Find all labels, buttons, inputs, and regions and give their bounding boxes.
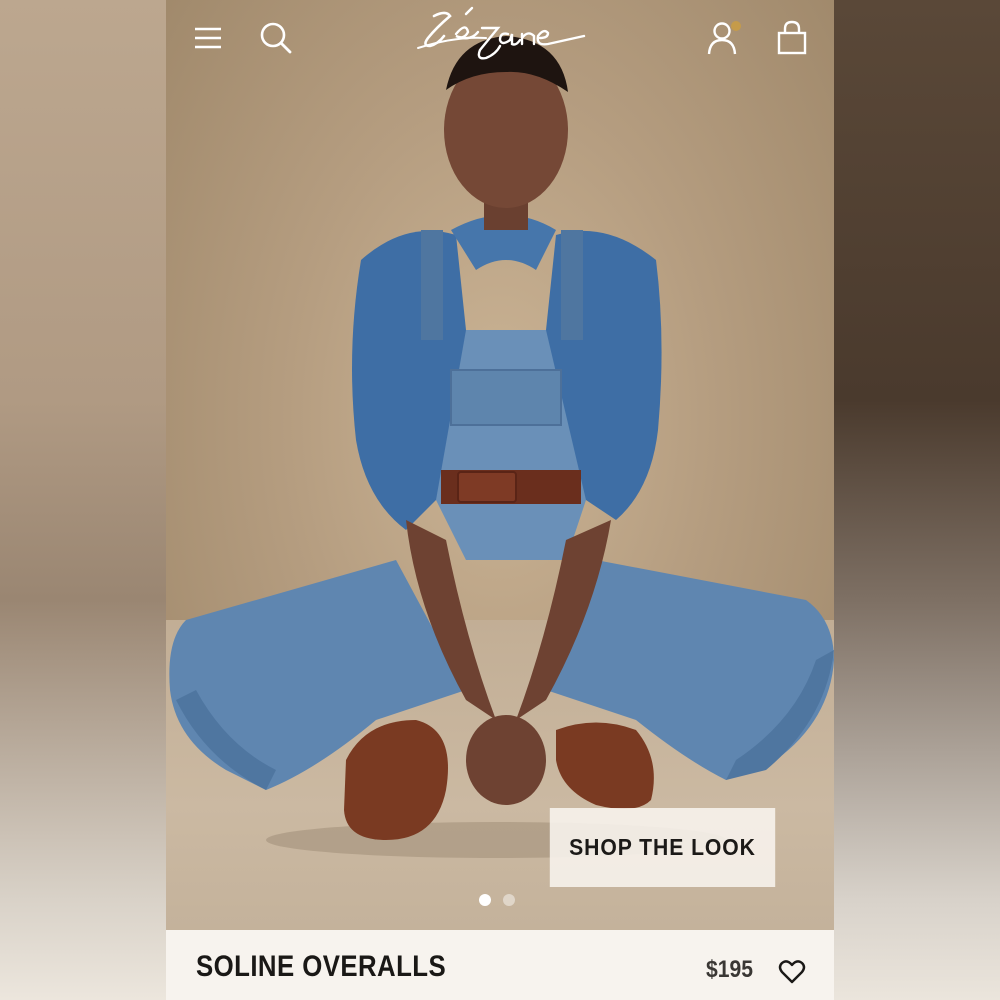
shopping-bag-button[interactable] xyxy=(772,18,812,58)
carousel-dot-1[interactable] xyxy=(479,894,491,906)
carousel-indicator xyxy=(479,894,523,906)
menu-icon xyxy=(195,27,221,49)
shop-the-look-button[interactable]: SHOP THE LOOK xyxy=(549,808,776,887)
backdrop-right-blur xyxy=(834,0,1000,1000)
product-price: $195 xyxy=(706,956,753,983)
backdrop-left-blur xyxy=(0,0,166,1000)
heart-icon[interactable] xyxy=(778,958,806,986)
hero-image[interactable]: SHOP THE LOOK xyxy=(166,0,834,930)
model-photo xyxy=(169,36,834,858)
brand-logo[interactable] xyxy=(416,6,586,66)
notification-dot xyxy=(731,21,741,31)
phone-screen: SHOP THE LOOK SOLINE OVERALLS $195 xyxy=(166,0,834,1000)
search-button[interactable] xyxy=(256,18,296,58)
carousel-dot-2[interactable] xyxy=(503,894,515,906)
top-navigation xyxy=(166,0,834,80)
product-name[interactable]: SOLINE OVERALLS xyxy=(196,950,446,984)
search-icon xyxy=(260,22,292,54)
account-button[interactable] xyxy=(704,18,744,58)
account-icon xyxy=(707,21,741,55)
product-info-bar: SOLINE OVERALLS $195 xyxy=(166,930,834,1000)
menu-button[interactable] xyxy=(188,18,228,58)
shopping-bag-icon xyxy=(777,20,807,55)
